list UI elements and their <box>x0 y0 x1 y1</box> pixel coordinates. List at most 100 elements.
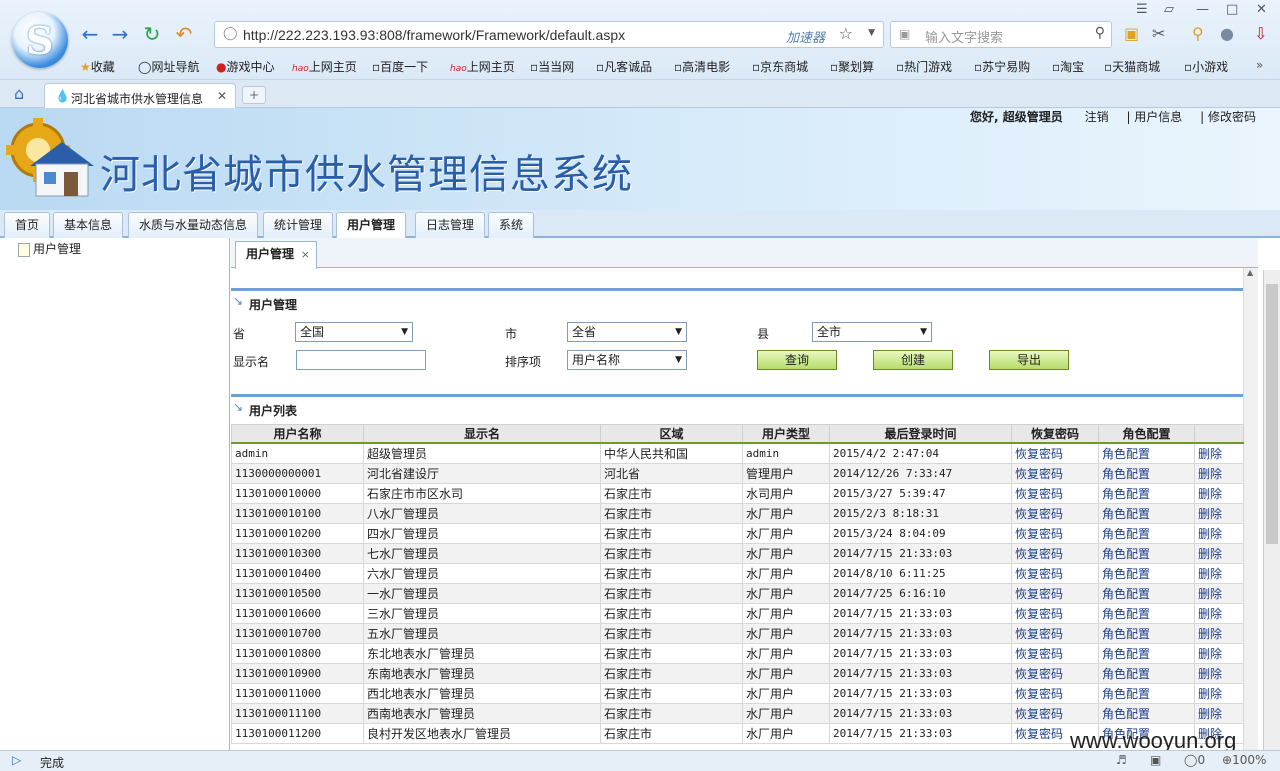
chat-icon[interactable]: ● <box>1220 24 1234 43</box>
menu-icon[interactable]: ☰ <box>1136 2 1148 17</box>
role-config-link[interactable]: 角色配置 <box>1098 662 1195 684</box>
close-tab-icon[interactable]: × <box>301 243 310 267</box>
reset-password-link[interactable]: 恢复密码 <box>1011 642 1099 664</box>
delete-link[interactable]: 删除 <box>1194 502 1244 524</box>
reset-password-link[interactable]: 恢复密码 <box>1011 442 1099 464</box>
export-button[interactable]: 导出 <box>989 350 1069 370</box>
key-icon[interactable]: ⚲ <box>1192 24 1204 43</box>
role-config-link[interactable]: 角色配置 <box>1098 482 1195 504</box>
address-bar[interactable]: ◯ http://222.223.193.93:808/framework/Fr… <box>214 21 884 48</box>
reset-password-link[interactable]: 恢复密码 <box>1011 682 1099 704</box>
delete-link[interactable]: 删除 <box>1194 682 1244 704</box>
query-button[interactable]: 查询 <box>757 350 837 370</box>
browser-tab[interactable]: 💧 河北省城市供水管理信息 ✕ <box>44 83 236 109</box>
sidebar-item-user-management[interactable]: 用户管理 <box>18 240 81 257</box>
col-header[interactable]: 用户名称 <box>231 424 364 444</box>
bookmark-item[interactable]: hao上网主页 <box>292 58 357 75</box>
role-config-link[interactable]: 角色配置 <box>1098 522 1195 544</box>
search-icon[interactable]: ⚲ <box>1095 25 1105 41</box>
accelerator-label[interactable]: 加速器 <box>786 27 825 46</box>
reset-password-link[interactable]: 恢复密码 <box>1011 542 1099 564</box>
bookmark-item[interactable]: ▫京东商城 <box>752 58 808 75</box>
menu-home[interactable]: 首页 <box>4 212 51 238</box>
role-config-link[interactable]: 角色配置 <box>1098 682 1195 704</box>
reset-password-link[interactable]: 恢复密码 <box>1011 562 1099 584</box>
menu-water-quality[interactable]: 水质与水量动态信息 <box>128 212 259 238</box>
extension-icon[interactable]: ▣ <box>1124 24 1139 43</box>
user-info-link[interactable]: | 用户信息 <box>1126 110 1182 124</box>
tab-user-management[interactable]: 用户管理 × <box>235 241 317 269</box>
scissors-icon[interactable]: ✂ <box>1152 24 1165 43</box>
delete-link[interactable]: 删除 <box>1194 642 1244 664</box>
role-config-link[interactable]: 角色配置 <box>1098 702 1195 724</box>
bookmark-item[interactable]: ★收藏 <box>80 58 115 75</box>
undo-icon[interactable]: ↶ <box>172 22 196 46</box>
bookmark-item[interactable]: ▫凡客诚品 <box>596 58 652 75</box>
new-tab-button[interactable]: + <box>242 86 266 104</box>
bookmark-item[interactable]: ▫苏宁易购 <box>974 58 1030 75</box>
reset-password-link[interactable]: 恢复密码 <box>1011 582 1099 604</box>
reset-password-link[interactable]: 恢复密码 <box>1011 662 1099 684</box>
menu-system[interactable]: 系统 <box>488 212 535 238</box>
reset-password-link[interactable]: 恢复密码 <box>1011 482 1099 504</box>
bookmark-item[interactable]: hao上网主页 <box>450 58 515 75</box>
delete-link[interactable]: 删除 <box>1194 702 1244 724</box>
reset-password-link[interactable]: 恢复密码 <box>1011 702 1099 724</box>
home-icon[interactable]: ⌂ <box>14 84 24 103</box>
col-header[interactable]: 用户类型 <box>742 424 830 444</box>
back-icon[interactable]: ← <box>78 22 102 46</box>
delete-link[interactable]: 删除 <box>1194 622 1244 644</box>
menu-user-management[interactable]: 用户管理 <box>336 212 407 238</box>
scroll-up-icon[interactable]: ▲ <box>1247 268 1253 277</box>
bookmark-item[interactable]: ▫百度一下 <box>372 58 428 75</box>
dropdown-icon[interactable]: ▼ <box>868 28 875 38</box>
delete-link[interactable]: 删除 <box>1194 482 1244 504</box>
forward-icon[interactable]: → <box>108 22 132 46</box>
zoom-control[interactable]: ⊕100% <box>1222 753 1266 767</box>
toolbox-icon[interactable]: ▣ <box>1150 753 1161 767</box>
role-config-link[interactable]: 角色配置 <box>1098 602 1195 624</box>
delete-link[interactable]: 删除 <box>1194 542 1244 564</box>
url-text[interactable]: http://222.223.193.93:808/framework/Fram… <box>243 27 625 43</box>
more-bookmarks-icon[interactable]: » <box>1256 58 1263 72</box>
logout-link[interactable]: 注销 <box>1085 110 1109 124</box>
reset-password-link[interactable]: 恢复密码 <box>1011 502 1099 524</box>
bookmark-item[interactable]: ●游戏中心 <box>216 58 275 75</box>
close-window-icon[interactable]: ✕ <box>1256 2 1267 17</box>
role-config-link[interactable]: 角色配置 <box>1098 582 1195 604</box>
search-engine-icon[interactable]: ▣ <box>899 27 910 41</box>
role-config-link[interactable]: 角色配置 <box>1098 542 1195 564</box>
delete-link[interactable]: 删除 <box>1194 582 1244 604</box>
bookmark-item[interactable]: ▫聚划算 <box>830 58 874 75</box>
adblock-icon[interactable]: ◯0 <box>1184 753 1205 767</box>
delete-link[interactable]: 删除 <box>1194 522 1244 544</box>
role-config-link[interactable]: 角色配置 <box>1098 642 1195 664</box>
refresh-icon[interactable]: ↻ <box>140 22 164 46</box>
page-scrollbar[interactable] <box>1263 270 1280 750</box>
bookmark-item[interactable]: ▫高清电影 <box>674 58 730 75</box>
menu-basic-info[interactable]: 基本信息 <box>53 212 124 238</box>
maximize-icon[interactable]: □ <box>1226 2 1238 17</box>
delete-link[interactable]: 删除 <box>1194 602 1244 624</box>
menu-statistics[interactable]: 统计管理 <box>263 212 334 238</box>
col-header[interactable]: 区域 <box>600 424 743 444</box>
city-select[interactable]: 全省 <box>567 322 687 342</box>
display-name-input[interactable] <box>296 350 426 370</box>
change-password-link[interactable]: | 修改密码 <box>1200 110 1256 124</box>
province-select[interactable]: 全国 <box>295 322 413 342</box>
reset-password-link[interactable]: 恢复密码 <box>1011 522 1099 544</box>
menu-log-management[interactable]: 日志管理 <box>415 212 486 238</box>
sidebar-toggle-icon[interactable]: ▷ <box>12 753 21 767</box>
close-tab-icon[interactable]: ✕ <box>217 89 227 103</box>
delete-link[interactable]: 删除 <box>1194 442 1244 464</box>
sort-select[interactable]: 用户名称 <box>567 350 687 370</box>
delete-link[interactable]: 删除 <box>1194 462 1244 484</box>
county-select[interactable]: 全市 <box>812 322 932 342</box>
volume-icon[interactable]: ♬ <box>1116 753 1127 767</box>
bookmark-item[interactable]: ▫当当网 <box>530 58 574 75</box>
bookmark-item[interactable]: ▫天猫商城 <box>1104 58 1160 75</box>
scrollbar-thumb[interactable] <box>1266 284 1278 544</box>
inner-scrollbar[interactable]: ▲ <box>1243 268 1258 750</box>
role-config-link[interactable]: 角色配置 <box>1098 442 1195 464</box>
star-icon[interactable]: ☆ <box>839 24 853 43</box>
